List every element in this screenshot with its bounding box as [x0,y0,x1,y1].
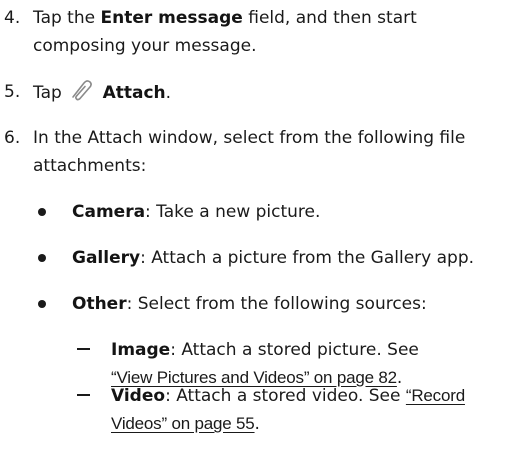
paperclip-icon [69,78,95,111]
bullet-icon [38,300,46,308]
video-label: Video [111,386,166,406]
dash-icon [77,348,90,350]
step-text-continued: attachments: [33,156,147,176]
image-label: Image [111,340,171,360]
step-number: 6. [4,128,21,148]
bullet-icon [38,254,46,262]
step-text-continued: composing your message. [33,36,257,56]
camera-label: Camera [72,202,146,222]
dash-icon [77,394,90,396]
step-text: In the Attach window, select from the fo… [33,128,466,148]
gallery-label: Gallery [72,248,141,268]
enter-message-label: Enter message [100,8,243,28]
step-number: 5. [4,82,21,102]
attach-label: Attach [102,83,166,103]
record-videos-link-continued[interactable]: Videos” on page 55 [111,414,255,433]
bullet-icon [38,208,46,216]
step-text: Tap the Enter message field, and then st… [33,8,417,28]
other-label: Other [72,294,127,314]
record-videos-link[interactable]: “Record [406,386,465,405]
step-number: 4. [4,8,21,28]
step-text: Tap Attach. [33,78,171,111]
